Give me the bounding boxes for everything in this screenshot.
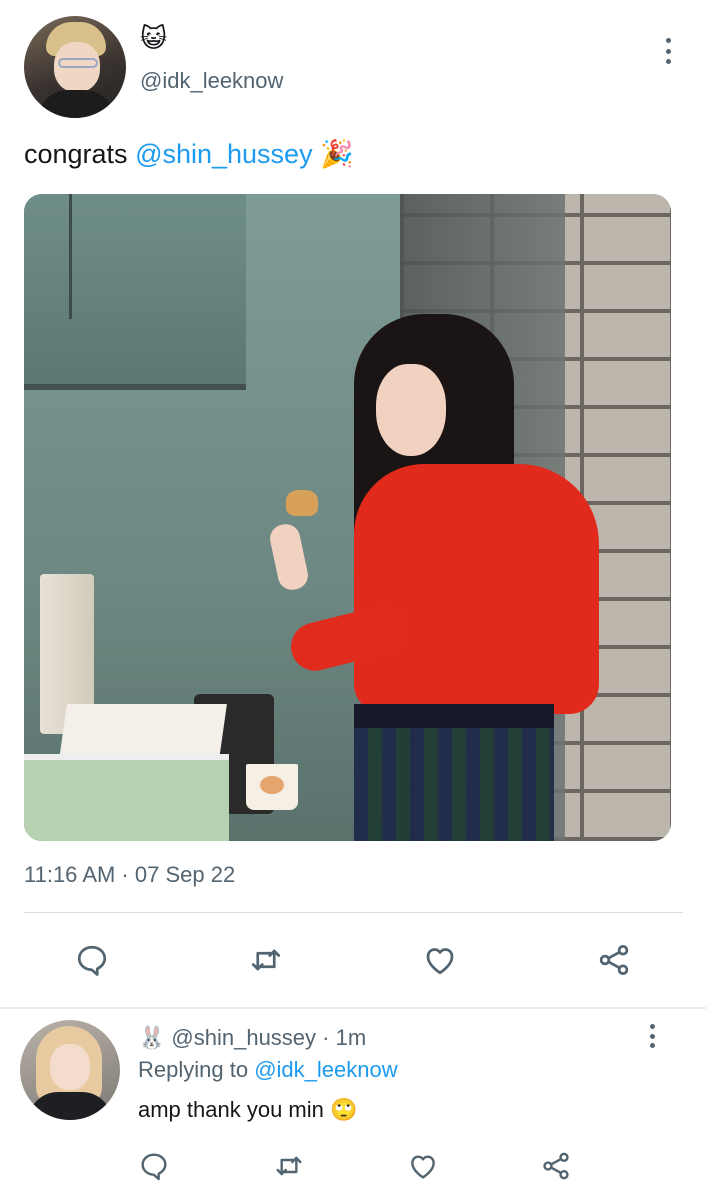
tweet-timestamp: 11:16 AM · 07 Sep 22 <box>24 862 236 887</box>
retweet-icon <box>276 1156 302 1176</box>
comment-icon <box>77 945 107 976</box>
retweet-icon <box>251 949 281 971</box>
comment-icon <box>141 1153 167 1181</box>
reply-like-button[interactable] <box>403 1146 443 1186</box>
reply-button[interactable] <box>70 938 114 982</box>
heart-icon <box>411 1155 435 1179</box>
party-emoji: 🎉 <box>312 139 354 169</box>
reply-header: 🐰 @shin_hussey · 1m <box>138 1024 366 1052</box>
reply-reply-button[interactable] <box>134 1146 174 1186</box>
replying-to: Replying to @idk_leeknow <box>138 1056 398 1084</box>
like-button[interactable] <box>418 938 462 982</box>
reply-author-handle-time[interactable]: @shin_hussey · 1m <box>171 1024 366 1052</box>
section-divider <box>0 1007 706 1009</box>
share-button[interactable] <box>592 938 636 982</box>
retweet-button[interactable] <box>244 938 288 982</box>
heart-icon <box>426 948 454 975</box>
replying-prefix: Replying to <box>138 1057 255 1082</box>
tweet-text: congrats @shin_hussey 🎉 <box>24 138 354 170</box>
author-handle[interactable]: @idk_leeknow <box>140 68 283 94</box>
replying-mention-link[interactable]: @idk_leeknow <box>254 1057 397 1082</box>
more-vertical-icon[interactable] <box>664 38 672 64</box>
more-vertical-icon[interactable] <box>648 1024 656 1048</box>
mention-link[interactable]: @shin_hussey <box>135 139 313 169</box>
reply-retweet-button[interactable] <box>269 1146 309 1186</box>
tweet-photo[interactable] <box>24 194 671 841</box>
tweet-text-prefix: congrats <box>24 139 136 169</box>
divider <box>24 912 683 913</box>
share-icon <box>599 945 629 975</box>
author-display-name[interactable]: 😺 <box>140 24 167 52</box>
reply-author-avatar[interactable] <box>20 1020 120 1120</box>
reply-share-button[interactable] <box>536 1146 576 1186</box>
author-avatar[interactable] <box>24 16 126 118</box>
share-icon <box>543 1152 569 1180</box>
reply-text: amp thank you min 🙄 <box>138 1097 358 1122</box>
reply-author-display-name[interactable]: 🐰 <box>138 1024 165 1052</box>
